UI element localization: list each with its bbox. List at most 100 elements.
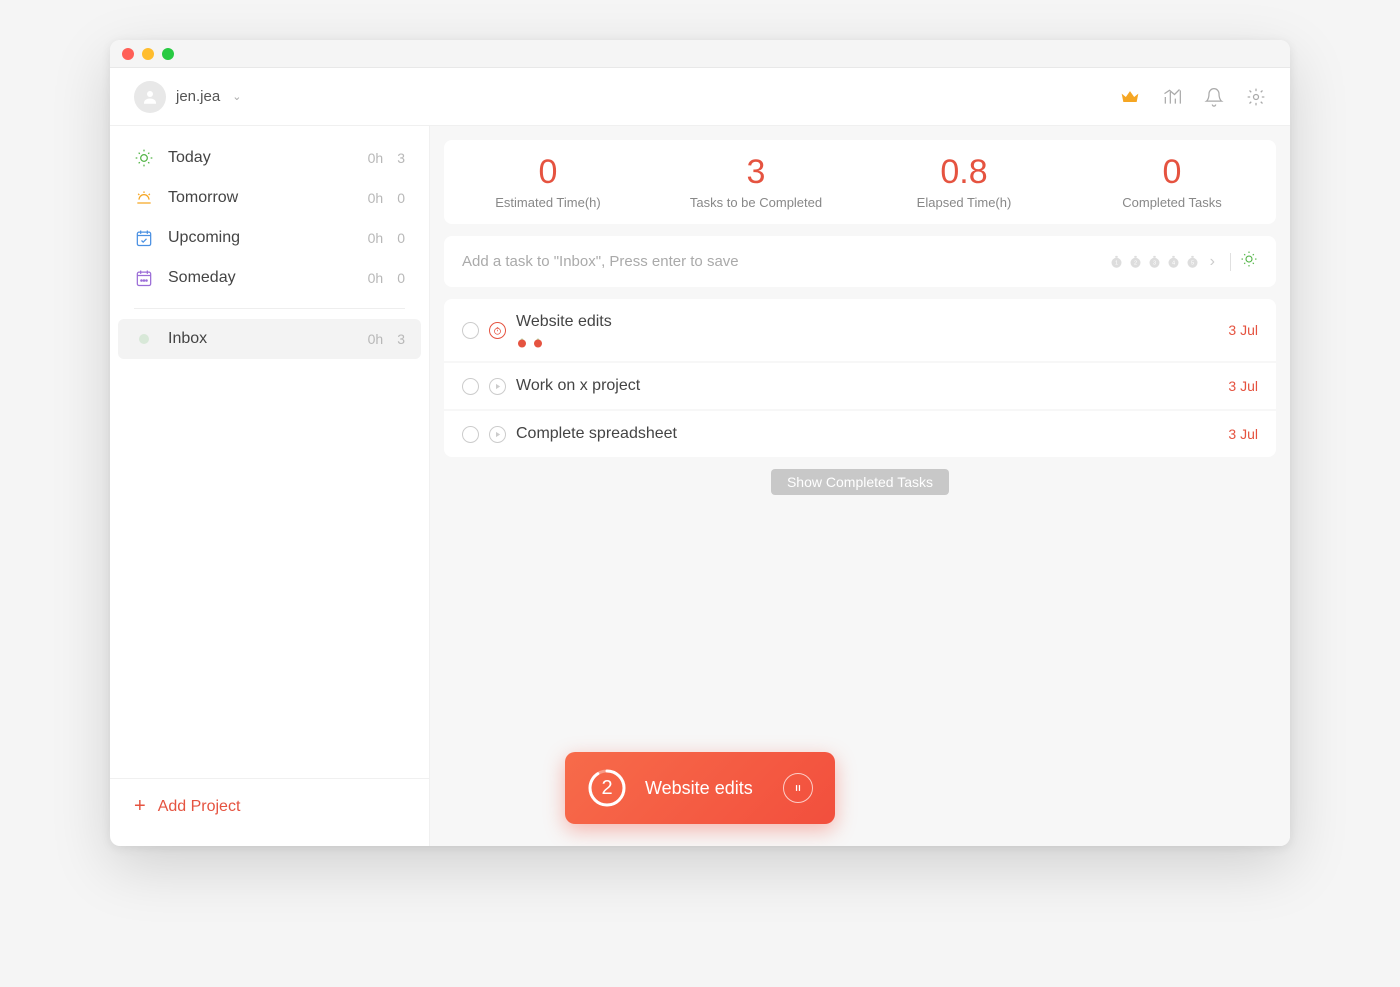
- stat-completed: 0 Completed Tasks: [1068, 154, 1276, 210]
- pomo-estimate-2[interactable]: 2: [1128, 254, 1144, 270]
- sidebar-item-hours: 0h: [368, 331, 384, 347]
- sidebar-item-hours: 0h: [368, 150, 384, 166]
- sidebar-item-hours: 0h: [368, 230, 384, 246]
- main-panel: 0 Estimated Time(h) 3 Tasks to be Comple…: [430, 126, 1290, 846]
- sidebar-item-inbox[interactable]: Inbox 0h 3: [118, 319, 421, 359]
- sidebar-item-hours: 0h: [368, 270, 384, 286]
- task-play-icon[interactable]: [489, 378, 506, 395]
- task-date: 3 Jul: [1228, 378, 1258, 394]
- sidebar-item-hours: 0h: [368, 190, 384, 206]
- task-checkbox[interactable]: [462, 426, 479, 443]
- sidebar-item-count: 3: [397, 150, 405, 166]
- task-title: Complete spreadsheet: [516, 425, 1218, 443]
- sidebar-item-count: 0: [397, 230, 405, 246]
- sun-icon: [134, 148, 154, 168]
- add-project-label: Add Project: [158, 798, 241, 816]
- add-task-input[interactable]: [462, 253, 1109, 270]
- pomo-estimate-1[interactable]: 1: [1109, 254, 1125, 270]
- svg-text:3: 3: [1153, 261, 1156, 267]
- stat-value: 0.8: [860, 154, 1068, 191]
- notifications-bell-icon[interactable]: [1204, 87, 1224, 107]
- chevron-down-icon: ⌄: [232, 90, 241, 103]
- sidebar: Today 0h 3 Tomorrow 0h 0: [110, 126, 430, 846]
- pomo-estimate-4[interactable]: 4: [1166, 254, 1182, 270]
- user-menu[interactable]: jen.jea ⌄: [134, 81, 241, 113]
- sidebar-item-tomorrow[interactable]: Tomorrow 0h 0: [110, 178, 429, 218]
- svg-text:2: 2: [1134, 261, 1137, 267]
- task-row[interactable]: Work on x project 3 Jul: [444, 363, 1276, 409]
- titlebar: [110, 40, 1290, 68]
- settings-gear-icon[interactable]: [1246, 87, 1266, 107]
- app-window: jen.jea ⌄ To: [110, 40, 1290, 846]
- sidebar-item-label: Today: [168, 149, 354, 167]
- task-checkbox[interactable]: [462, 378, 479, 395]
- timer-progress-circle: 2: [587, 768, 627, 808]
- sidebar-item-someday[interactable]: Someday 0h 0: [110, 258, 429, 298]
- task-pomos: [516, 335, 1218, 347]
- task-date: 3 Jul: [1228, 426, 1258, 442]
- stat-elapsed: 0.8 Elapsed Time(h): [860, 154, 1068, 210]
- stat-label: Elapsed Time(h): [860, 195, 1068, 210]
- task-timer-icon[interactable]: [489, 322, 506, 339]
- show-completed-button[interactable]: Show Completed Tasks: [771, 469, 949, 495]
- stat-label: Tasks to be Completed: [652, 195, 860, 210]
- sidebar-item-label: Inbox: [168, 330, 354, 348]
- task-title: Work on x project: [516, 377, 1218, 395]
- today-sun-icon[interactable]: [1240, 250, 1258, 273]
- pomo-estimate-3[interactable]: 3: [1147, 254, 1163, 270]
- svg-text:1: 1: [1115, 261, 1118, 267]
- premium-crown-icon[interactable]: [1120, 87, 1140, 107]
- stat-label: Estimated Time(h): [444, 195, 652, 210]
- maximize-window-button[interactable]: [162, 48, 174, 60]
- stat-label: Completed Tasks: [1068, 195, 1276, 210]
- sidebar-item-count: 0: [397, 270, 405, 286]
- stat-value: 0: [444, 154, 652, 191]
- stat-value: 0: [1068, 154, 1276, 191]
- pomo-dot-icon: [532, 335, 544, 347]
- task-title: Website edits: [516, 313, 1218, 331]
- task-date: 3 Jul: [1228, 322, 1258, 338]
- svg-text:4: 4: [1172, 261, 1175, 267]
- stat-value: 3: [652, 154, 860, 191]
- svg-text:5: 5: [1191, 261, 1194, 267]
- timer-task-name: Website edits: [645, 778, 765, 799]
- separator: [1230, 253, 1231, 271]
- username: jen.jea: [176, 88, 220, 105]
- sunrise-icon: [134, 188, 154, 208]
- sidebar-item-upcoming[interactable]: Upcoming 0h 0: [110, 218, 429, 258]
- task-checkbox[interactable]: [462, 322, 479, 339]
- sidebar-item-label: Someday: [168, 269, 354, 287]
- task-play-icon[interactable]: [489, 426, 506, 443]
- chevron-right-icon[interactable]: ›: [1210, 253, 1215, 271]
- close-window-button[interactable]: [122, 48, 134, 60]
- plus-icon: +: [134, 795, 146, 818]
- timer-minutes: 2: [587, 768, 627, 808]
- add-project-button[interactable]: + Add Project: [110, 778, 429, 834]
- pomodoro-timer-widget[interactable]: 2 Website edits: [565, 752, 835, 824]
- task-row[interactable]: Website edits 3 Jul: [444, 299, 1276, 361]
- stats-bar: 0 Estimated Time(h) 3 Tasks to be Comple…: [444, 140, 1276, 224]
- sidebar-item-count: 0: [397, 190, 405, 206]
- sidebar-divider: [134, 308, 405, 309]
- stats-chart-icon[interactable]: [1162, 87, 1182, 107]
- add-task-row: 1 2 3 4 5 ›: [444, 236, 1276, 287]
- sidebar-item-today[interactable]: Today 0h 3: [110, 138, 429, 178]
- pomo-estimate[interactable]: 1 2 3 4 5 ›: [1109, 250, 1258, 273]
- stat-to-complete: 3 Tasks to be Completed: [652, 154, 860, 210]
- minimize-window-button[interactable]: [142, 48, 154, 60]
- calendar-check-icon: [134, 228, 154, 248]
- header: jen.jea ⌄: [110, 68, 1290, 126]
- content: Today 0h 3 Tomorrow 0h 0: [110, 126, 1290, 846]
- task-row[interactable]: Complete spreadsheet 3 Jul: [444, 411, 1276, 457]
- pomo-dot-icon: [516, 335, 528, 347]
- pomo-estimate-5[interactable]: 5: [1185, 254, 1201, 270]
- header-icons: [1120, 87, 1266, 107]
- stat-estimated: 0 Estimated Time(h): [444, 154, 652, 210]
- task-list: Website edits 3 Jul Work on x proje: [444, 299, 1276, 457]
- sidebar-item-count: 3: [397, 331, 405, 347]
- sidebar-item-label: Tomorrow: [168, 189, 354, 207]
- sidebar-item-label: Upcoming: [168, 229, 354, 247]
- avatar: [134, 81, 166, 113]
- timer-pause-button[interactable]: [783, 773, 813, 803]
- calendar-dots-icon: [134, 268, 154, 288]
